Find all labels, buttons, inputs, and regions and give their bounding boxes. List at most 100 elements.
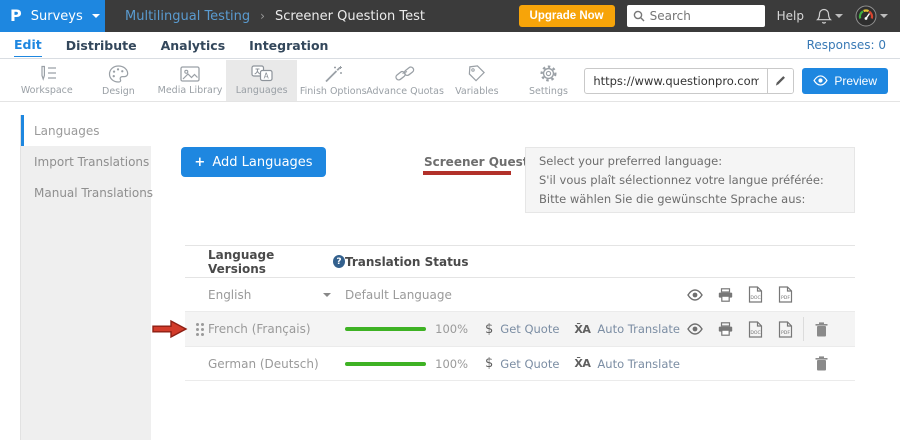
export-doc-icon[interactable]: DOC (740, 321, 770, 338)
toolbar-item-design[interactable]: Design (83, 60, 155, 101)
sidebar-item-import-translations[interactable]: Import Translations (21, 146, 151, 177)
toolbar-label: Variables (455, 86, 498, 97)
plus-icon: + (194, 155, 205, 170)
sidebar-item-manual-translations[interactable]: Manual Translations (21, 177, 151, 208)
translate-icon: X̄A (574, 323, 590, 336)
search-icon (633, 10, 645, 22)
get-quote-link[interactable]: Get Quote (500, 322, 559, 336)
sidebar-item-languages[interactable]: Languages (21, 115, 151, 146)
screener-line-english: Select your preferred language: (539, 152, 841, 171)
product-menu[interactable]: P Surveys (0, 0, 105, 32)
search-input[interactable] (650, 9, 750, 23)
sidebar-item-label: Languages (34, 124, 99, 138)
preview-eye-icon[interactable] (680, 289, 710, 301)
top-header-bar: P Surveys Multilingual Testing › Screene… (0, 0, 900, 32)
survey-url-input[interactable] (585, 74, 767, 88)
avatar (855, 5, 877, 27)
toolbar-item-settings[interactable]: Settings (513, 60, 585, 101)
auto-translate-link[interactable]: Auto Translate (597, 322, 680, 336)
breadcrumb-separator-icon: › (260, 9, 265, 23)
help-icon[interactable]: ? (333, 255, 345, 268)
screener-question-preview: Select your preferred language: S'il vou… (525, 147, 855, 213)
eye-icon (813, 75, 828, 86)
advance-quotas-icon (394, 64, 416, 83)
toolbar-right-actions: Preview (584, 60, 900, 101)
breadcrumb: Multilingual Testing › Screener Question… (125, 9, 425, 24)
toolbar-label: Finish Options (300, 86, 367, 97)
toolbar-label: Design (102, 86, 135, 97)
tab-integration[interactable]: Integration (249, 34, 328, 57)
edit-url-button[interactable] (767, 68, 793, 94)
get-quote-link[interactable]: Get Quote (500, 357, 559, 371)
design-icon (108, 65, 129, 83)
preview-eye-icon[interactable] (680, 323, 710, 335)
export-doc-icon[interactable]: DOC (740, 286, 770, 303)
svg-text:PDF: PDF (781, 330, 790, 336)
upgrade-now-button[interactable]: Upgrade Now (519, 5, 615, 27)
language-name-cell: German (Deutsch) (185, 357, 345, 371)
add-languages-button[interactable]: +Add Languages (181, 147, 326, 177)
survey-url-group (584, 68, 794, 94)
language-name-cell: English (185, 288, 345, 302)
table-row-french: French (Français) 100% $ Get Quote X̄A A… (185, 312, 855, 347)
toolbar-item-finish-options[interactable]: Finish Options (297, 60, 369, 101)
finish-options-icon (324, 65, 343, 83)
settings-icon (539, 64, 558, 83)
toolbar-item-media-library[interactable]: Media Library (154, 60, 226, 101)
drag-handle-icon[interactable] (196, 323, 199, 326)
header-label: Language Versions (208, 248, 327, 276)
pencil-icon (774, 74, 787, 87)
translation-progress-bar (345, 362, 426, 366)
svg-text:A: A (263, 71, 269, 80)
notifications-menu[interactable] (816, 8, 843, 25)
translations-sidebar: Languages Import Translations Manual Tra… (20, 115, 151, 440)
default-language-dropdown[interactable] (323, 293, 331, 297)
media-library-icon (180, 66, 200, 82)
delete-trash-icon[interactable] (807, 322, 837, 337)
edit-toolbar: Workspace Design Media Library A Languag… (0, 60, 900, 102)
red-underline-annotation (423, 171, 511, 175)
help-link[interactable]: Help (777, 9, 804, 23)
toolbar-item-advance-quotas[interactable]: Advance Quotas (369, 60, 441, 101)
table-row-german: German (Deutsch) 100% $ Get Quote X̄A Au… (185, 347, 855, 381)
print-icon[interactable] (710, 322, 740, 336)
print-icon[interactable] (710, 288, 740, 302)
translation-progress-bar (345, 327, 426, 331)
account-menu[interactable] (855, 5, 888, 27)
responses-count[interactable]: Responses: 0 (807, 38, 886, 52)
topbar-actions: Upgrade Now Help (519, 5, 900, 27)
tab-analytics[interactable]: Analytics (161, 34, 226, 57)
toolbar-item-variables[interactable]: Variables (441, 60, 513, 101)
sidebar-item-label: Import Translations (34, 155, 149, 169)
toolbar-label: Workspace (21, 85, 73, 96)
toolbar-item-languages[interactable]: A Languages (226, 60, 298, 101)
auto-translate-link[interactable]: Auto Translate (597, 357, 680, 371)
progress-percent: 100% (435, 322, 468, 336)
languages-settings-page: P Surveys Multilingual Testing › Screene… (0, 0, 900, 440)
red-arrow-annotation (151, 319, 188, 339)
row-actions (680, 352, 855, 376)
survey-nav-tabs: Edit Distribute Analytics Integration Re… (0, 32, 900, 59)
language-name-cell: French (Français) (185, 322, 345, 336)
export-pdf-icon[interactable]: PDF (770, 321, 800, 338)
toolbar-label: Languages (236, 85, 288, 96)
breadcrumb-parent[interactable]: Multilingual Testing (125, 9, 250, 24)
questionpro-logo-icon: P (10, 8, 22, 24)
chevron-down-icon (835, 14, 843, 18)
svg-text:PDF: PDF (781, 295, 790, 301)
svg-text:DOC: DOC (750, 330, 760, 336)
row-actions: DOC PDF (680, 317, 855, 341)
delete-trash-icon[interactable] (807, 356, 837, 371)
tab-distribute[interactable]: Distribute (66, 34, 137, 57)
tab-edit[interactable]: Edit (14, 33, 42, 57)
default-language-label: Default Language (345, 288, 452, 302)
languages-icon: A (251, 65, 273, 82)
preview-button[interactable]: Preview (802, 68, 888, 94)
sidebar-item-label: Manual Translations (34, 186, 153, 200)
export-pdf-icon[interactable]: PDF (770, 286, 800, 303)
toolbar-item-workspace[interactable]: Workspace (11, 60, 83, 101)
bell-icon (816, 8, 832, 25)
global-search[interactable] (627, 5, 765, 27)
svg-text:DOC: DOC (750, 295, 760, 301)
table-row-english: English Default Language DOC PDF (185, 278, 855, 312)
